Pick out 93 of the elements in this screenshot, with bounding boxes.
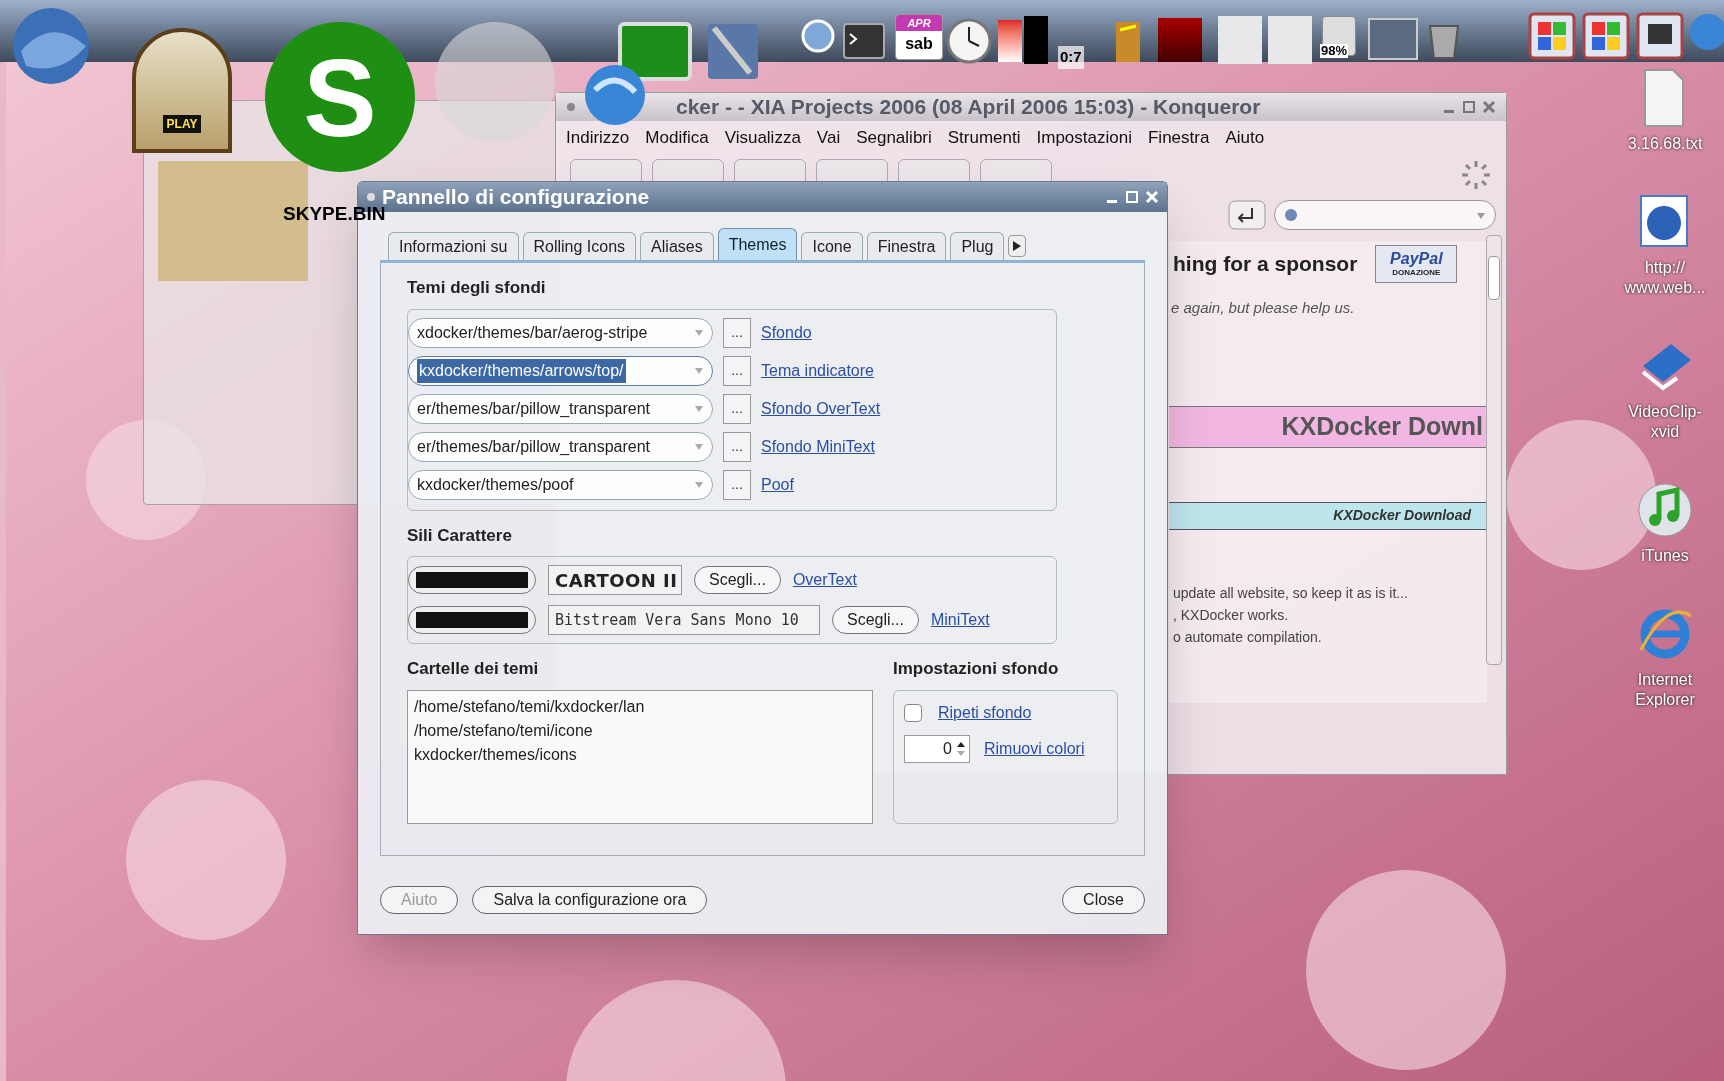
close-icon[interactable] bbox=[1482, 100, 1496, 114]
color-button[interactable] bbox=[408, 566, 536, 594]
tab[interactable]: Rolling Icons bbox=[522, 232, 637, 260]
page-text: o automate compilation. bbox=[1173, 627, 1323, 647]
combo-box[interactable]: xdocker/themes/bar/aerog-stripe bbox=[408, 317, 713, 348]
tab[interactable]: Icone bbox=[801, 232, 863, 260]
font-field: Bitstream Vera Sans Mono 10 bbox=[548, 605, 820, 635]
scroll-right-icon[interactable] bbox=[1008, 235, 1027, 257]
clock-icon[interactable] bbox=[946, 18, 992, 64]
checkbox[interactable] bbox=[904, 703, 922, 722]
display-icon[interactable] bbox=[1636, 12, 1684, 60]
page-heading: hing for a sponsor bbox=[1173, 251, 1358, 278]
page-text: update all website, so keep it as is it... bbox=[1173, 583, 1409, 603]
section-heading: Temi degli sfondi bbox=[407, 277, 547, 299]
menu-item[interactable]: Finestra bbox=[1147, 125, 1210, 151]
dialog-button[interactable]: Close bbox=[1062, 886, 1145, 914]
photo-placeholder[interactable] bbox=[1368, 18, 1418, 60]
checkbox-label[interactable]: Ripeti sfondo bbox=[938, 700, 1032, 725]
browse-button[interactable]: ... bbox=[723, 431, 751, 462]
dialog-button[interactable]: Salva la configurazione ora bbox=[472, 886, 708, 914]
donate-button[interactable]: PayPal DONAZIONE bbox=[1375, 245, 1458, 283]
scrollbar[interactable] bbox=[1486, 235, 1502, 665]
link[interactable]: Poof bbox=[761, 472, 794, 497]
tab[interactable]: Plug bbox=[950, 232, 1005, 260]
menu-item[interactable]: Modifica bbox=[645, 125, 709, 151]
windows-logo-icon[interactable] bbox=[1528, 12, 1576, 60]
maximize-icon[interactable] bbox=[1462, 100, 1476, 114]
enter-button[interactable] bbox=[1228, 200, 1266, 230]
link[interactable]: OverText bbox=[792, 568, 857, 592]
list-item[interactable]: /home/stefano/temi/kxdocker/lan bbox=[414, 694, 866, 719]
caret-icon bbox=[694, 441, 704, 452]
menu-item[interactable]: Visualizza bbox=[724, 125, 801, 151]
browse-button[interactable]: ... bbox=[723, 355, 751, 386]
link[interactable]: Sfondo OverText bbox=[761, 396, 881, 421]
calendar-month: APR bbox=[896, 15, 942, 31]
browse-button[interactable]: ... bbox=[723, 393, 751, 424]
combo-box[interactable]: er/themes/bar/pillow_transparent bbox=[408, 393, 713, 424]
page-subbanner: KXDocker Download bbox=[1169, 501, 1487, 530]
link[interactable]: Tema indicatore bbox=[761, 358, 874, 383]
browse-button[interactable]: ... bbox=[723, 317, 751, 348]
spin-box[interactable]: 0 bbox=[904, 734, 970, 763]
menu-item[interactable]: Indirizzo bbox=[566, 125, 630, 151]
link[interactable]: Sfondo bbox=[761, 320, 812, 345]
font-field: CARTOON II bbox=[548, 565, 682, 595]
section-heading: Sili Carattere bbox=[407, 524, 513, 547]
spin-label[interactable]: Rimuovi colori bbox=[984, 736, 1085, 761]
choose-button[interactable]: Scegli... bbox=[832, 606, 919, 634]
list-item[interactable]: /home/stefano/temi/icone bbox=[414, 718, 866, 743]
combo-box[interactable]: kxdocker/themes/arrows/top/ bbox=[408, 355, 713, 386]
calendar-day: sab bbox=[905, 31, 933, 57]
windows-logo-icon[interactable] bbox=[1582, 12, 1630, 60]
spinner-icon bbox=[1460, 159, 1492, 191]
combo-box[interactable]: er/themes/bar/pillow_transparent bbox=[408, 431, 713, 462]
list-item[interactable]: kxdocker/themes/icons bbox=[414, 742, 866, 767]
terminal-icon[interactable] bbox=[842, 20, 886, 60]
tab[interactable]: Themes bbox=[717, 228, 798, 260]
tab[interactable]: Aliases bbox=[640, 232, 714, 260]
link[interactable]: Sfondo MiniText bbox=[761, 434, 875, 459]
page-note: e again, but please help us. bbox=[1170, 298, 1356, 318]
window-title: cker - - XIA Projects 2006 (08 April 2006 15:03) - Konqueror bbox=[676, 94, 1261, 121]
tab[interactable]: Informazioni su bbox=[388, 232, 519, 260]
drive-icon[interactable] bbox=[1322, 16, 1356, 56]
combo-box[interactable]: kxdocker/themes/poof bbox=[408, 469, 713, 500]
menu-item[interactable]: Segnalibri bbox=[856, 125, 932, 151]
tab[interactable]: Finestra bbox=[866, 232, 947, 260]
menu-item[interactable]: Impostazioni bbox=[1036, 125, 1132, 151]
menu-item[interactable]: Vai bbox=[816, 125, 841, 151]
caret-icon bbox=[694, 365, 704, 376]
calendar-icon[interactable]: APR sab bbox=[895, 14, 943, 60]
link[interactable]: MiniText bbox=[930, 608, 990, 632]
battery-reading: 98% bbox=[1320, 44, 1349, 58]
color-button[interactable] bbox=[408, 606, 536, 634]
jukebox-label: PLAY bbox=[162, 115, 202, 133]
page-banner: KXDocker Downl bbox=[1169, 405, 1487, 448]
section-heading: Impostazioni sfondo bbox=[893, 658, 1060, 680]
caret-icon bbox=[694, 479, 704, 490]
meter-reading: 0:7 bbox=[1058, 46, 1084, 69]
menu-item[interactable]: Aiuto bbox=[1225, 125, 1265, 151]
search-field[interactable] bbox=[1274, 200, 1496, 230]
caret-icon bbox=[694, 403, 704, 414]
choose-button[interactable]: Scegli... bbox=[694, 566, 781, 594]
menu-item[interactable]: Strumenti bbox=[947, 125, 1021, 151]
level-meter-icon[interactable] bbox=[998, 20, 1022, 62]
browse-button[interactable]: ... bbox=[723, 469, 751, 500]
page-text: , KXDocker works. bbox=[1173, 605, 1290, 625]
section-heading: Cartelle dei temi bbox=[407, 658, 540, 680]
spin-arrows-icon[interactable] bbox=[956, 740, 966, 757]
music-note-icon[interactable] bbox=[1637, 480, 1693, 540]
jukebox-icon[interactable]: PLAY bbox=[132, 28, 232, 153]
desktop-label: SKYPE.BIN bbox=[283, 203, 386, 226]
caret-icon bbox=[694, 327, 704, 338]
search-engine-icon bbox=[1283, 207, 1299, 223]
scrollbar-thumb[interactable] bbox=[1488, 256, 1500, 300]
